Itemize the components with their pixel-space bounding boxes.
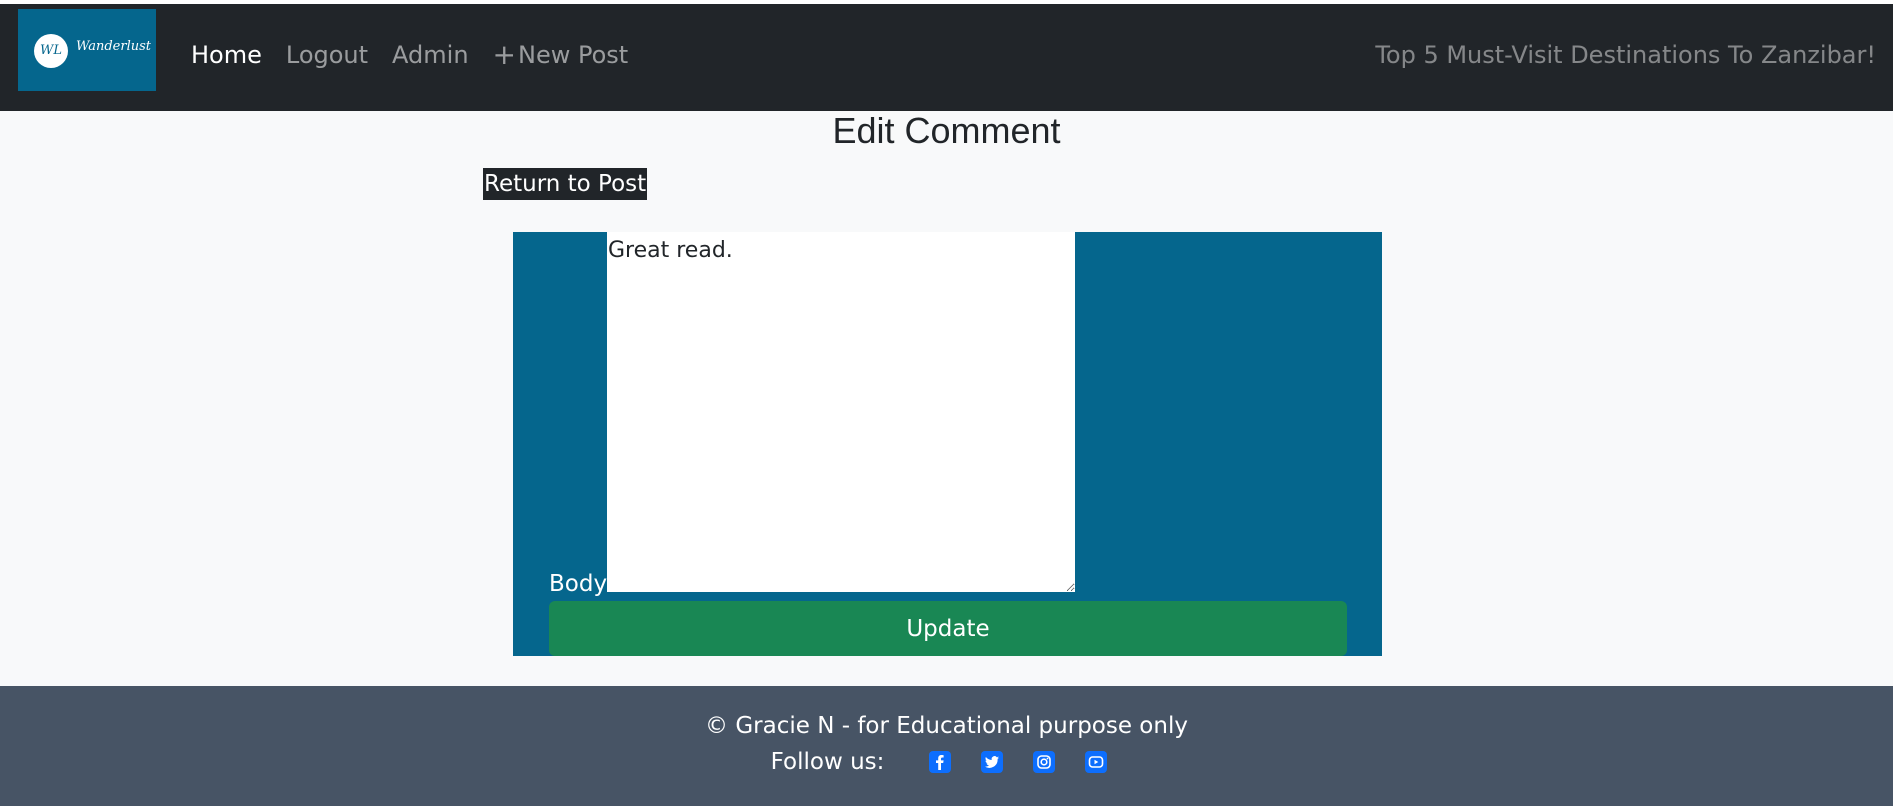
- logo[interactable]: WL Wanderlust: [18, 9, 156, 91]
- return-to-post-button[interactable]: Return to Post: [483, 168, 648, 200]
- nav-new-post-label: New Post: [518, 41, 629, 69]
- youtube-icon[interactable]: [1085, 751, 1108, 773]
- logo-text: Wanderlust: [76, 39, 152, 54]
- body-label: Body:: [549, 571, 614, 597]
- nav-home-link[interactable]: Home: [191, 34, 262, 76]
- nav-admin-link[interactable]: Admin: [392, 34, 469, 76]
- nav-new-post-link[interactable]: + New Post: [493, 34, 629, 76]
- navbar: WL Wanderlust Home Logout Admin + New Po…: [0, 4, 1893, 111]
- update-button[interactable]: Update: [549, 601, 1347, 656]
- follow-row: Follow us:: [0, 746, 1893, 778]
- twitter-icon[interactable]: [981, 751, 1004, 773]
- copyright-text: © Gracie N - for Educational purpose onl…: [705, 713, 1188, 739]
- nav-links: Home Logout Admin + New Post: [191, 34, 652, 76]
- comment-body-textarea[interactable]: Great read.: [607, 232, 1075, 592]
- plus-icon: +: [492, 38, 517, 71]
- nav-tagline: Top 5 Must-Visit Destinations To Zanziba…: [1375, 41, 1876, 69]
- nav-logout-link[interactable]: Logout: [286, 34, 368, 76]
- instagram-icon[interactable]: [1033, 751, 1056, 773]
- facebook-icon[interactable]: [929, 751, 952, 773]
- logo-mark: WL: [34, 34, 68, 68]
- follow-label: Follow us:: [770, 749, 885, 775]
- page-title: Edit Comment: [832, 110, 1061, 151]
- footer: © Gracie N - for Educational purpose onl…: [0, 686, 1893, 806]
- edit-comment-form: Body: Great read. Update: [513, 232, 1382, 656]
